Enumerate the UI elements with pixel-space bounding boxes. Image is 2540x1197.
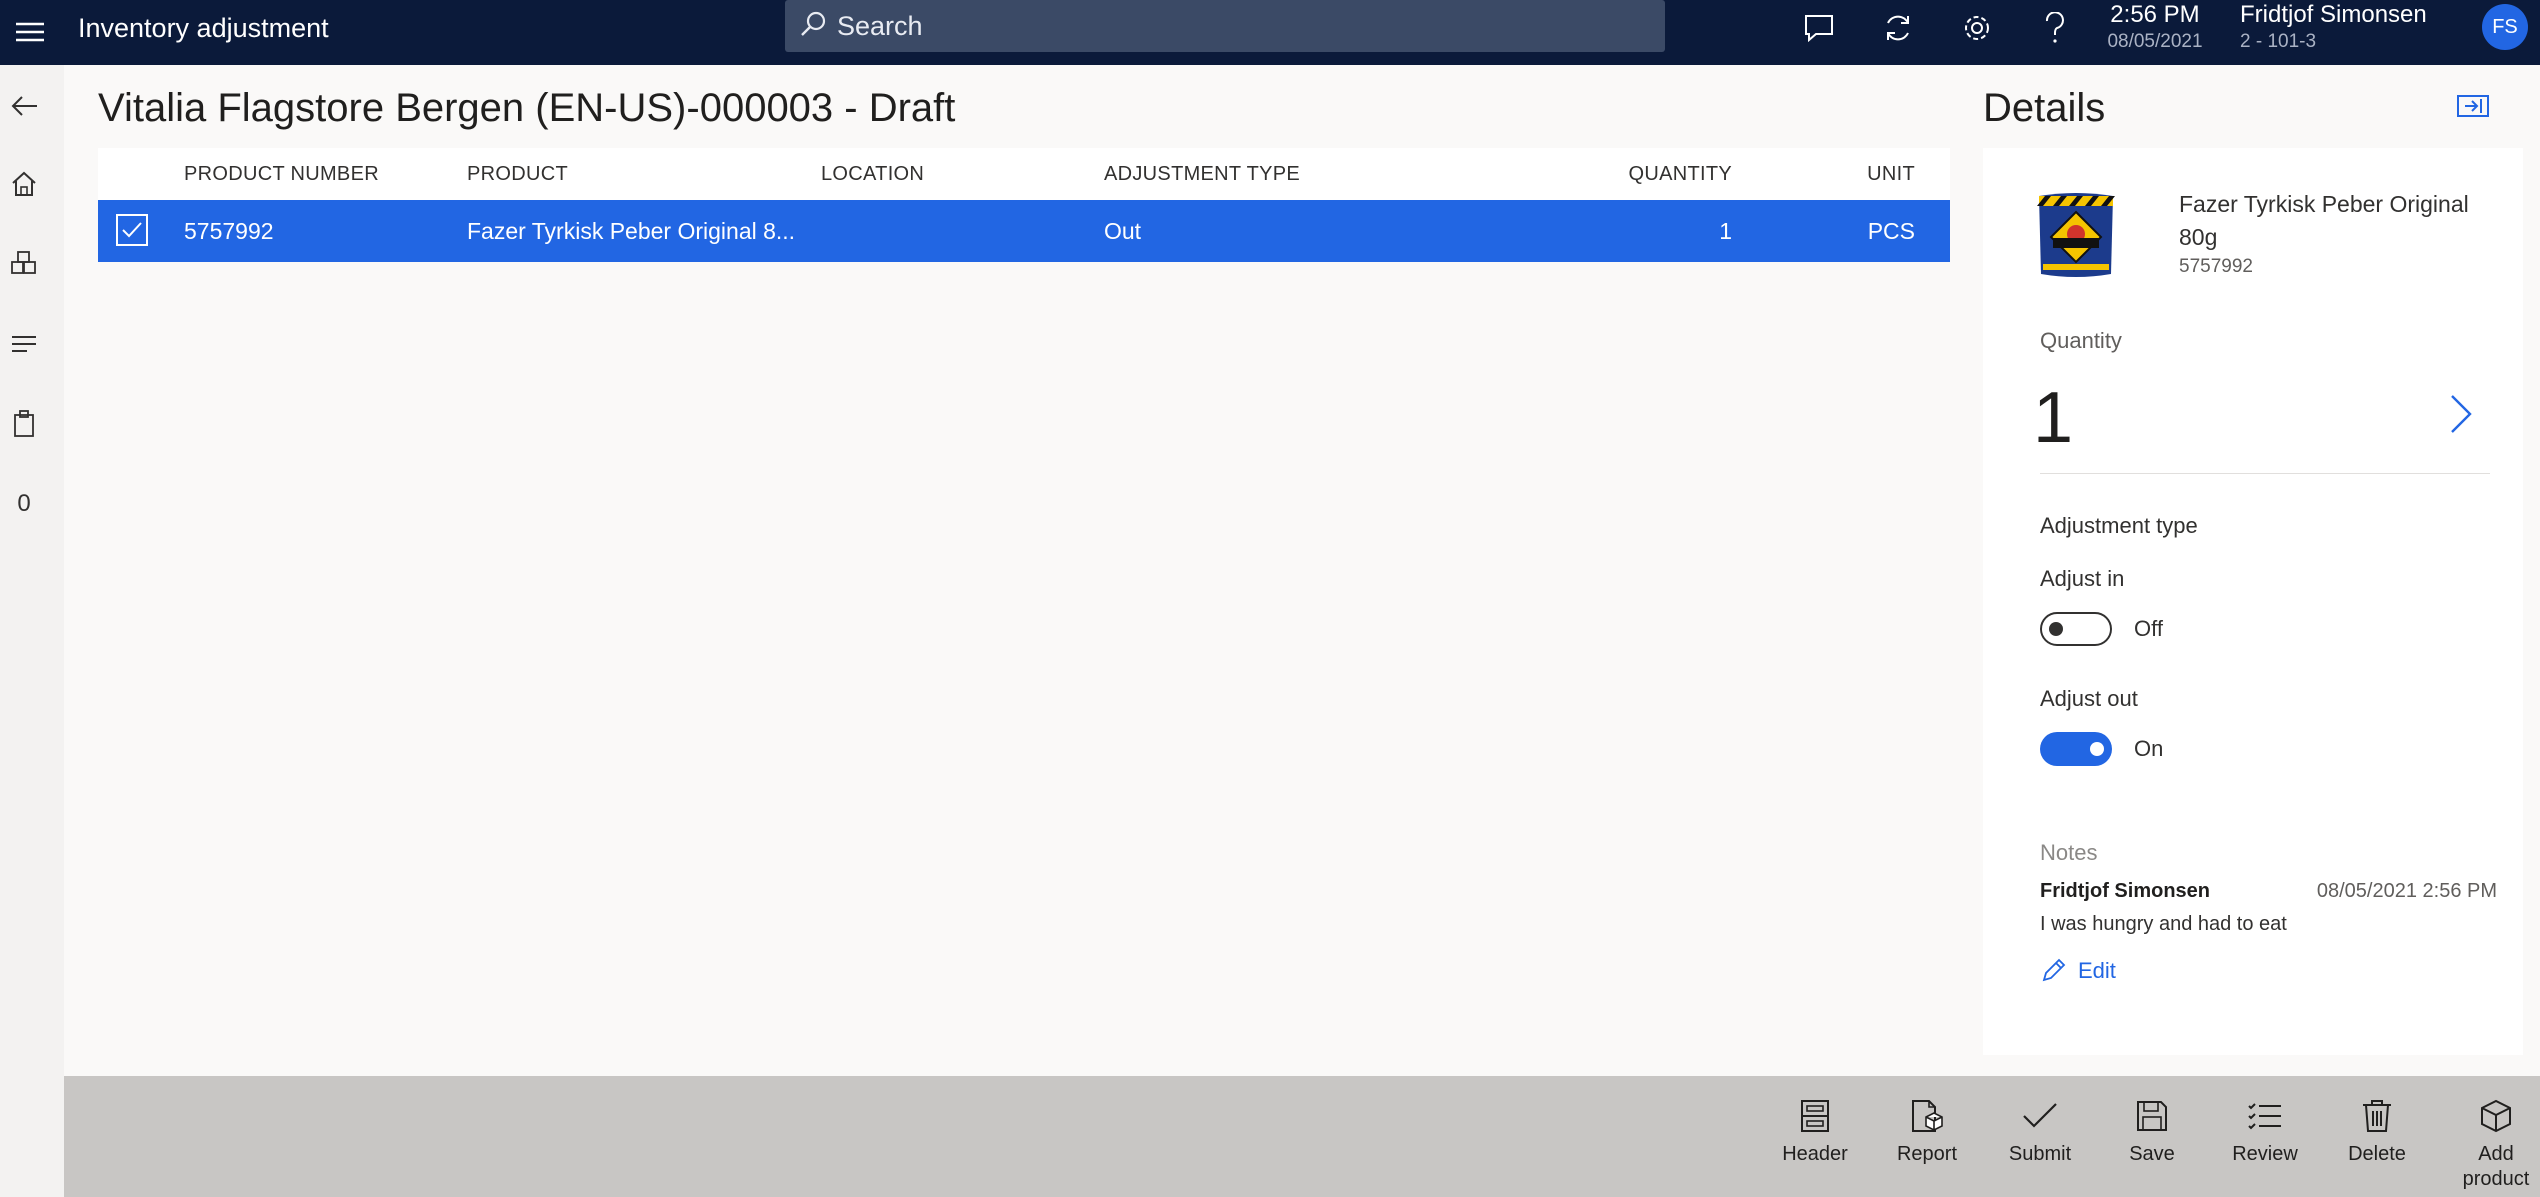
- user-info: Fridtjof Simonsen 2 - 101-3: [2240, 0, 2427, 54]
- save-button[interactable]: Save: [2104, 1076, 2200, 1197]
- add-product-label: Add product: [2462, 1143, 2530, 1190]
- search-icon: [785, 10, 827, 43]
- cell-product-number: 5757992: [184, 218, 274, 244]
- list-icon[interactable]: [0, 322, 48, 366]
- table-row[interactable]: 5757992 Fazer Tyrkisk Peber Original 8..…: [98, 200, 1950, 262]
- delete-label: Delete: [2348, 1143, 2406, 1165]
- top-bar: Inventory adjustment Search 2:56 PM 08/0…: [0, 0, 2540, 65]
- back-icon[interactable]: [0, 84, 48, 128]
- adjust-in-toggle[interactable]: [2040, 612, 2112, 646]
- left-nav: 0: [0, 65, 64, 1197]
- settings-icon[interactable]: [1954, 8, 2000, 48]
- delete-icon: [2357, 1096, 2397, 1136]
- column-header-product-number[interactable]: PRODUCT NUMBER: [184, 148, 379, 200]
- pencil-icon: [2042, 958, 2066, 982]
- report-icon: [1907, 1096, 1947, 1136]
- report-label: Report: [1896, 1143, 1958, 1165]
- toggle-knob: [2090, 742, 2104, 756]
- collapse-pane-icon[interactable]: [2455, 91, 2491, 121]
- current-date: 08/05/2021: [2107, 31, 2203, 52]
- cell-adjustment-type: Out: [1104, 218, 1142, 244]
- header-label: Header: [1782, 1143, 1848, 1165]
- adjust-out-toggle[interactable]: [2040, 732, 2112, 766]
- product-image: [2035, 190, 2117, 280]
- page-title: Vitalia Flagstore Bergen (EN-US)-000003 …: [98, 86, 956, 130]
- header-icon: [1795, 1096, 1835, 1136]
- help-icon[interactable]: [2032, 8, 2078, 48]
- user-name: Fridtjof Simonsen: [2240, 1, 2427, 28]
- column-header-unit[interactable]: UNIT: [1798, 148, 1915, 200]
- edit-label: Edit: [2078, 958, 2116, 983]
- products-icon[interactable]: [0, 242, 48, 286]
- cell-product: Fazer Tyrkisk Peber Original 8...: [467, 218, 796, 244]
- details-title: Details: [1983, 86, 2106, 130]
- column-header-product[interactable]: PRODUCT: [467, 148, 568, 200]
- submit-label: Submit: [2008, 1143, 2072, 1165]
- details-card: Fazer Tyrkisk Peber Original 80g 5757992…: [1983, 148, 2523, 1055]
- delete-button[interactable]: Delete: [2329, 1076, 2425, 1197]
- adjust-out-label: Adjust out: [2040, 686, 2138, 711]
- search-placeholder: Search: [837, 10, 923, 41]
- checkmark-icon: [2020, 1096, 2060, 1136]
- header-button[interactable]: Header: [1767, 1076, 1863, 1197]
- cell-unit: PCS: [1867, 218, 1915, 244]
- clipboard-icon[interactable]: [0, 402, 48, 446]
- review-button[interactable]: Review: [2217, 1076, 2313, 1197]
- home-icon[interactable]: [0, 162, 48, 206]
- product-name: Fazer Tyrkisk Peber Original 80g: [2179, 191, 2469, 250]
- row-checkbox[interactable]: [116, 214, 148, 246]
- nav-count: 0: [0, 482, 48, 526]
- details-pane: Details Fazer Tyrkisk Peber Original 80g…: [1965, 65, 2540, 1075]
- notes-label: Notes: [2040, 840, 2098, 865]
- current-time: 2:56 PM: [2110, 1, 2200, 28]
- adjust-in-label: Adjust in: [2040, 566, 2125, 591]
- toggle-knob: [2049, 622, 2063, 636]
- avatar[interactable]: FS: [2482, 4, 2528, 50]
- grid-header: PRODUCT NUMBER PRODUCT LOCATION ADJUSTME…: [98, 148, 1950, 200]
- product-number: 5757992: [2179, 256, 2253, 277]
- add-product-icon: [2476, 1096, 2516, 1136]
- hamburger-icon[interactable]: [10, 14, 50, 50]
- journal-grid: PRODUCT NUMBER PRODUCT LOCATION ADJUSTME…: [98, 148, 1950, 1056]
- add-product-button[interactable]: Add product: [2441, 1076, 2540, 1197]
- note-author: Fridtjof Simonsen: [2040, 880, 2210, 902]
- report-button[interactable]: Report: [1879, 1076, 1975, 1197]
- refresh-icon[interactable]: [1875, 8, 1921, 48]
- search-input[interactable]: Search: [785, 0, 1665, 52]
- store-id: 2 - 101-3: [2240, 31, 2317, 52]
- quantity-value: 1: [2033, 378, 2074, 458]
- adjustment-type-label: Adjustment type: [2040, 513, 2198, 538]
- adjust-in-state: Off: [2134, 616, 2163, 641]
- quantity-label: Quantity: [2040, 328, 2122, 353]
- count-value: 0: [17, 490, 31, 517]
- submit-button[interactable]: Submit: [1992, 1076, 2088, 1197]
- column-header-location[interactable]: LOCATION: [821, 148, 924, 200]
- app-title: Inventory adjustment: [78, 13, 329, 43]
- note-date: 08/05/2021 2:56 PM: [2316, 880, 2497, 902]
- save-label: Save: [2129, 1143, 2175, 1165]
- review-label: Review: [2232, 1143, 2298, 1165]
- column-header-quantity[interactable]: QUANTITY: [1398, 148, 1732, 200]
- review-icon: [2245, 1096, 2285, 1136]
- note-text: I was hungry and had to eat: [2040, 913, 2287, 935]
- chat-icon[interactable]: [1796, 8, 1842, 48]
- app-bar: Header Report Submit Save Review Delete: [64, 1076, 2540, 1197]
- edit-note-button[interactable]: Edit: [2040, 958, 2116, 984]
- save-icon: [2132, 1096, 2172, 1136]
- clock: 2:56 PM 08/05/2021: [2100, 0, 2210, 54]
- divider: [2040, 473, 2490, 474]
- column-header-adjustment-type[interactable]: ADJUSTMENT TYPE: [1104, 148, 1300, 200]
- adjust-out-state: On: [2134, 736, 2164, 761]
- chevron-right-icon[interactable]: [2443, 390, 2479, 438]
- checkmark-icon: [122, 222, 142, 238]
- cell-quantity: 1: [1719, 218, 1732, 244]
